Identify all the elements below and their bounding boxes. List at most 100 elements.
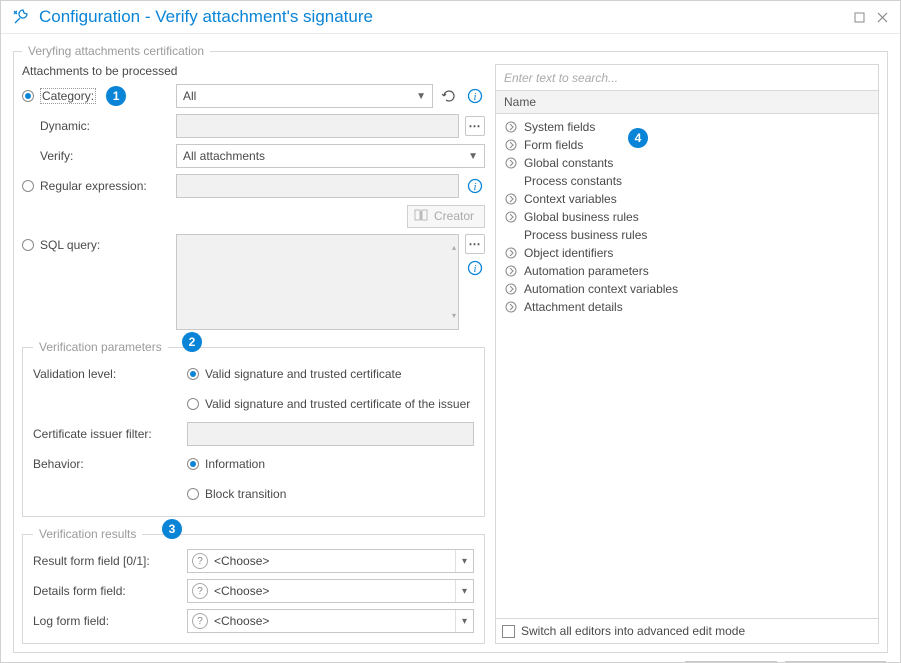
sql-textarea: ▴ ▾ bbox=[176, 234, 459, 330]
chevron-down-icon: ▾ bbox=[455, 550, 473, 572]
attachments-section: Attachments to be processed Category: 1 … bbox=[22, 64, 485, 330]
question-icon: ? bbox=[192, 583, 208, 599]
verify-dropdown[interactable]: All attachments ▼ bbox=[176, 144, 485, 168]
tree-item[interactable]: Global business rules bbox=[500, 208, 874, 226]
verification-results-fieldset: Verification results 3 Result form field… bbox=[22, 527, 485, 644]
search-input[interactable]: Enter text to search... bbox=[496, 65, 878, 91]
details-field-select[interactable]: ? <Choose> ▾ bbox=[187, 579, 474, 603]
tree-item-label: Automation context variables bbox=[524, 282, 678, 296]
resize-up-handle[interactable]: ▴ bbox=[450, 237, 458, 259]
resize-down-handle[interactable]: ▾ bbox=[450, 305, 458, 327]
verification-results-legend: Verification results bbox=[33, 527, 142, 541]
chevron-down-icon: ▼ bbox=[416, 91, 426, 102]
expand-arrow-icon[interactable] bbox=[504, 246, 518, 260]
expand-arrow-icon[interactable] bbox=[504, 264, 518, 278]
tree-item[interactable]: Global constants bbox=[500, 154, 874, 172]
svg-text:i: i bbox=[473, 263, 476, 275]
behavior-radio-info[interactable] bbox=[187, 458, 199, 470]
close-icon[interactable] bbox=[875, 10, 890, 25]
badge-1: 1 bbox=[106, 86, 126, 106]
expand-arrow-icon[interactable] bbox=[504, 282, 518, 296]
creator-button: Creator bbox=[407, 205, 485, 228]
expand-arrow-icon[interactable] bbox=[504, 156, 518, 170]
badge-4: 4 bbox=[628, 128, 648, 148]
button-bar: Save Cancel bbox=[13, 661, 888, 662]
right-column: Enter text to search... Name 4 System fi… bbox=[495, 64, 879, 644]
tree-item-label: Global constants bbox=[524, 156, 613, 170]
details-field-label: Details form field: bbox=[33, 584, 126, 598]
expand-arrow-icon[interactable] bbox=[504, 120, 518, 134]
sql-label: SQL query: bbox=[40, 238, 100, 252]
validation-opt-issuer: Valid signature and trusted certificate … bbox=[205, 397, 470, 411]
tree-item[interactable]: Process constants bbox=[500, 172, 874, 190]
tree-item[interactable]: Automation parameters bbox=[500, 262, 874, 280]
category-radio[interactable] bbox=[22, 90, 34, 102]
validation-radio-issuer[interactable] bbox=[187, 398, 199, 410]
tree-header: Name bbox=[496, 91, 878, 114]
expand-arrow-icon[interactable] bbox=[504, 300, 518, 314]
validation-opt-trusted: Valid signature and trusted certificate bbox=[205, 367, 402, 381]
log-field-select[interactable]: ? <Choose> ▾ bbox=[187, 609, 474, 633]
info-icon[interactable]: i bbox=[465, 86, 485, 106]
info-icon[interactable]: i bbox=[465, 258, 485, 278]
tree-item-label: Attachment details bbox=[524, 300, 623, 314]
tree-item-label: System fields bbox=[524, 120, 595, 134]
tree-item-label: Process constants bbox=[524, 174, 622, 188]
creator-label: Creator bbox=[434, 209, 474, 223]
maximize-icon[interactable] bbox=[852, 10, 867, 25]
validation-radio-trusted[interactable] bbox=[187, 368, 199, 380]
svg-text:i: i bbox=[473, 181, 476, 193]
attachments-heading: Attachments to be processed bbox=[22, 64, 485, 78]
tree-item[interactable]: System fields bbox=[500, 118, 874, 136]
config-window: Configuration - Verify attachment's sign… bbox=[0, 0, 901, 663]
regex-input bbox=[176, 174, 459, 198]
cancel-button[interactable]: Cancel bbox=[785, 661, 886, 662]
result-field-select[interactable]: ? <Choose> ▾ bbox=[187, 549, 474, 573]
save-button[interactable]: Save bbox=[685, 661, 777, 662]
regex-label: Regular expression: bbox=[40, 179, 147, 193]
wrench-icon bbox=[11, 7, 31, 27]
titlebar: Configuration - Verify attachment's sign… bbox=[1, 1, 900, 34]
verification-params-fieldset: Verification parameters 2 Validation lev… bbox=[22, 340, 485, 517]
badge-2: 2 bbox=[182, 332, 202, 352]
log-field-label: Log form field: bbox=[33, 614, 109, 628]
ellipsis-icon[interactable]: ⋯ bbox=[465, 116, 485, 136]
category-dropdown[interactable]: All ▼ bbox=[176, 84, 433, 108]
info-icon[interactable]: i bbox=[465, 176, 485, 196]
verification-params-legend: Verification parameters bbox=[33, 340, 168, 354]
question-icon: ? bbox=[192, 613, 208, 629]
tree-item[interactable]: Attachment details bbox=[500, 298, 874, 316]
regex-radio[interactable] bbox=[22, 180, 34, 192]
svg-text:i: i bbox=[473, 91, 476, 103]
cert-filter-label: Certificate issuer filter: bbox=[33, 427, 152, 441]
tree-list: 4 System fields Form fields Global constan… bbox=[496, 114, 878, 618]
refresh-icon[interactable] bbox=[439, 86, 459, 106]
badge-3: 3 bbox=[162, 519, 182, 539]
tree-item[interactable]: Object identifiers bbox=[500, 244, 874, 262]
cert-filter-input bbox=[187, 422, 474, 446]
verify-label: Verify: bbox=[40, 149, 73, 163]
behavior-opt-info: Information bbox=[205, 457, 265, 471]
expand-arrow-icon[interactable] bbox=[504, 192, 518, 206]
ellipsis-icon[interactable]: ⋯ bbox=[465, 234, 485, 254]
tree-item-label: Form fields bbox=[524, 138, 583, 152]
tree-item[interactable]: Process business rules bbox=[500, 226, 874, 244]
tree-item[interactable]: Form fields bbox=[500, 136, 874, 154]
expand-arrow-icon[interactable] bbox=[504, 210, 518, 224]
validation-label: Validation level: bbox=[33, 367, 116, 381]
book-icon bbox=[414, 209, 428, 224]
main-fieldset: Veryfing attachments certification Attac… bbox=[13, 44, 888, 653]
tree-item-label: Global business rules bbox=[524, 210, 639, 224]
behavior-radio-block[interactable] bbox=[187, 488, 199, 500]
behavior-label: Behavior: bbox=[33, 457, 84, 471]
expand-arrow-icon[interactable] bbox=[504, 138, 518, 152]
verify-value: All attachments bbox=[183, 149, 265, 163]
window-title: Configuration - Verify attachment's sign… bbox=[39, 7, 373, 27]
left-column: Attachments to be processed Category: 1 … bbox=[22, 64, 485, 644]
tree-item[interactable]: Automation context variables bbox=[500, 280, 874, 298]
advanced-mode-checkbox[interactable] bbox=[502, 625, 515, 638]
result-field-label: Result form field [0/1]: bbox=[33, 554, 150, 568]
sql-radio[interactable] bbox=[22, 239, 34, 251]
tree-item[interactable]: Context variables bbox=[500, 190, 874, 208]
tree-item-label: Automation parameters bbox=[524, 264, 649, 278]
